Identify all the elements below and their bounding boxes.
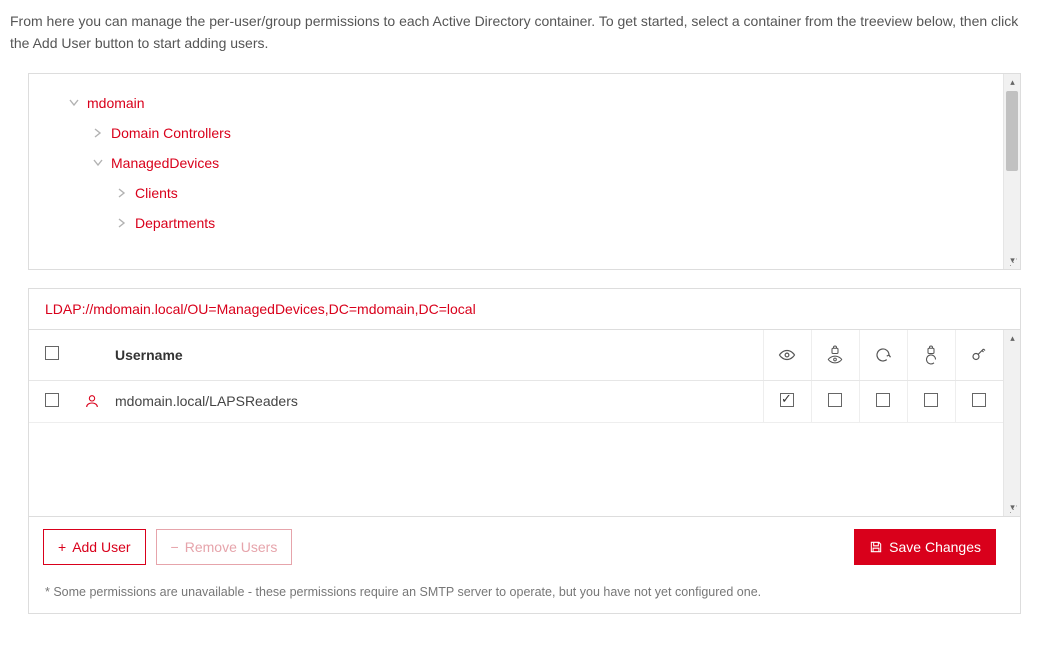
perm-lock-reset-checkbox[interactable] — [924, 393, 938, 407]
perm-header-view — [763, 330, 811, 381]
refresh-icon — [866, 346, 901, 364]
chevron-down-icon[interactable] — [67, 96, 81, 110]
plus-icon: + — [58, 539, 66, 555]
tree-label: ManagedDevices — [111, 155, 219, 171]
ldap-path: LDAP://mdomain.local/OU=ManagedDevices,D… — [29, 289, 1020, 330]
save-label: Save Changes — [889, 539, 981, 555]
remove-users-button[interactable]: − Remove Users — [156, 529, 293, 565]
tree-label: mdomain — [87, 95, 145, 111]
scroll-up-icon[interactable]: ▴ — [1004, 330, 1020, 347]
perm-key-checkbox[interactable] — [972, 393, 986, 407]
resize-grip-icon[interactable]: ⋰ — [1003, 506, 1020, 516]
tree-node-clients[interactable]: Clients — [39, 178, 1010, 208]
scroll-thumb[interactable] — [1006, 91, 1018, 171]
lock-eye-icon — [818, 344, 853, 366]
permissions-table: Username — [29, 330, 1003, 423]
add-user-label: Add User — [72, 539, 130, 555]
username-header: Username — [109, 330, 763, 381]
eye-icon — [770, 346, 805, 364]
ou-tree-panel: mdomain Domain Controllers ManagedDevice… — [28, 73, 1021, 270]
perm-header-reset — [859, 330, 907, 381]
tree-label: Domain Controllers — [111, 125, 231, 141]
tree-node-mdomain[interactable]: mdomain — [39, 88, 1010, 118]
checkbox-icon[interactable] — [45, 346, 59, 360]
scroll-up-icon[interactable]: ▴ — [1004, 74, 1020, 91]
add-user-button[interactable]: + Add User — [43, 529, 146, 565]
chevron-right-icon[interactable] — [115, 186, 129, 200]
perm-header-key — [955, 330, 1003, 381]
lock-refresh-icon — [914, 344, 949, 366]
chevron-right-icon[interactable] — [115, 216, 129, 230]
remove-users-label: Remove Users — [185, 539, 278, 555]
tree-label: Clients — [135, 185, 178, 201]
username-cell: mdomain.local/LAPSReaders — [109, 380, 763, 422]
table-row[interactable]: mdomain.local/LAPSReaders — [29, 380, 1003, 422]
permissions-panel: LDAP://mdomain.local/OU=ManagedDevices,D… — [28, 288, 1021, 614]
table-scrollbar[interactable]: ▴ ▾ — [1003, 330, 1020, 516]
select-all-header[interactable] — [29, 330, 75, 381]
perm-header-lock-view — [811, 330, 859, 381]
perm-reset-checkbox[interactable] — [876, 393, 890, 407]
chevron-down-icon[interactable] — [91, 156, 105, 170]
tree-scrollbar[interactable]: ▴ ▾ — [1003, 74, 1020, 269]
save-changes-button[interactable]: Save Changes — [854, 529, 996, 565]
footer-bar: + Add User − Remove Users Save Changes — [29, 516, 1020, 577]
tree-node-manageddevices[interactable]: ManagedDevices — [39, 148, 1010, 178]
chevron-right-icon[interactable] — [91, 126, 105, 140]
resize-grip-icon[interactable]: ⋰ — [1003, 259, 1020, 269]
ou-tree: mdomain Domain Controllers ManagedDevice… — [29, 74, 1020, 252]
save-icon — [869, 540, 883, 554]
perm-lock-view-checkbox[interactable] — [828, 393, 842, 407]
user-icon — [81, 393, 103, 409]
footnote: * Some permissions are unavailable - the… — [29, 577, 1020, 613]
perm-view-checkbox[interactable] — [780, 393, 794, 407]
intro-text: From here you can manage the per-user/gr… — [10, 10, 1039, 55]
minus-icon: − — [171, 539, 179, 555]
tree-node-departments[interactable]: Departments — [39, 208, 1010, 238]
tree-label: Departments — [135, 215, 215, 231]
table-header-row: Username — [29, 330, 1003, 381]
row-checkbox[interactable] — [45, 393, 59, 407]
perm-header-lock-reset — [907, 330, 955, 381]
key-icon — [962, 346, 998, 364]
tree-node-domain-controllers[interactable]: Domain Controllers — [39, 118, 1010, 148]
